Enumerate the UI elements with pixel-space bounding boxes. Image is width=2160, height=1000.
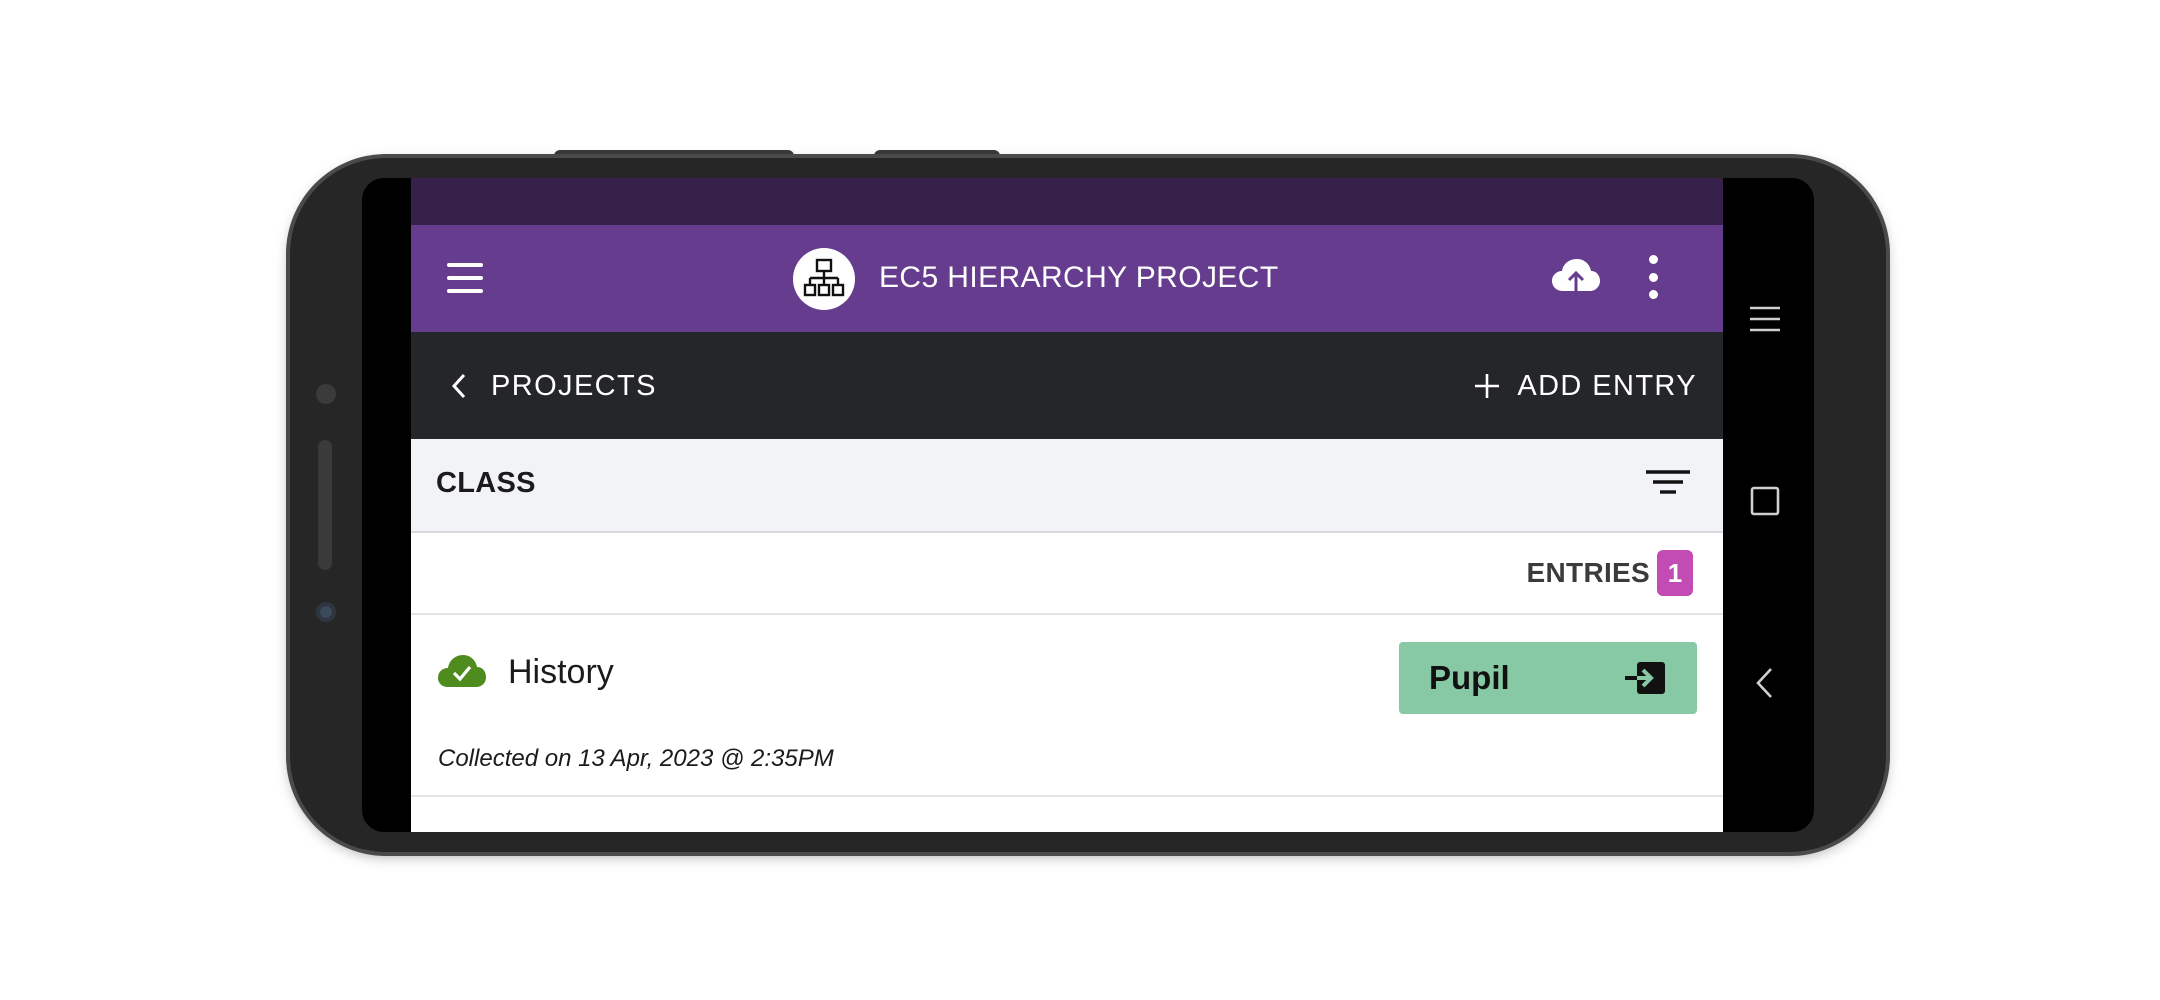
entries-label: ENTRIES [1526, 557, 1650, 588]
plus-icon [1475, 374, 1500, 398]
entry-title: History [508, 653, 614, 691]
collected-timestamp: Collected on 13 Apr, 2023 @ 2:35PM [438, 745, 834, 772]
add-entry-label: ADD ENTRY [1517, 369, 1697, 402]
status-bar [411, 178, 1723, 225]
entry-list-item[interactable]: History Pupil Collected on 13 Apr, 2023 … [411, 615, 1723, 797]
app-screen: EC5 HIERARCHY PROJECT PROJECTS ADD ENTRY [411, 178, 1723, 832]
app-bar: EC5 HIERARCHY PROJECT [411, 225, 1723, 332]
square-icon[interactable] [1748, 484, 1782, 518]
proximity-sensor [316, 384, 336, 404]
entries-count-badge: 1 [1657, 550, 1693, 596]
menu-icon[interactable] [1748, 302, 1782, 336]
child-form-pupil-button[interactable]: Pupil [1399, 642, 1697, 714]
child-form-label: Pupil [1429, 659, 1510, 696]
earpiece-speaker [318, 440, 332, 570]
navigation-bar: PROJECTS ADD ENTRY [411, 332, 1723, 439]
cloud-upload-icon[interactable] [1551, 255, 1601, 301]
chevron-left-icon [451, 373, 466, 399]
filter-icon[interactable] [1645, 469, 1691, 501]
form-name: CLASS [436, 467, 536, 499]
hierarchy-icon [793, 248, 855, 310]
add-entry-button[interactable]: ADD ENTRY [1473, 365, 1697, 407]
back-chevron-icon[interactable] [1748, 666, 1782, 700]
login-arrow-icon [1625, 662, 1665, 694]
back-label: PROJECTS [491, 369, 657, 402]
more-vert-icon[interactable] [1647, 255, 1659, 299]
form-header: CLASS [411, 439, 1723, 533]
cloud-check-icon [438, 655, 486, 687]
front-camera [316, 602, 336, 622]
project-title: EC5 HIERARCHY PROJECT [879, 261, 1279, 294]
hamburger-menu-icon[interactable] [447, 263, 483, 293]
entries-count-row: ENTRIES 1 [411, 533, 1723, 615]
back-to-projects-button[interactable]: PROJECTS [447, 365, 657, 407]
